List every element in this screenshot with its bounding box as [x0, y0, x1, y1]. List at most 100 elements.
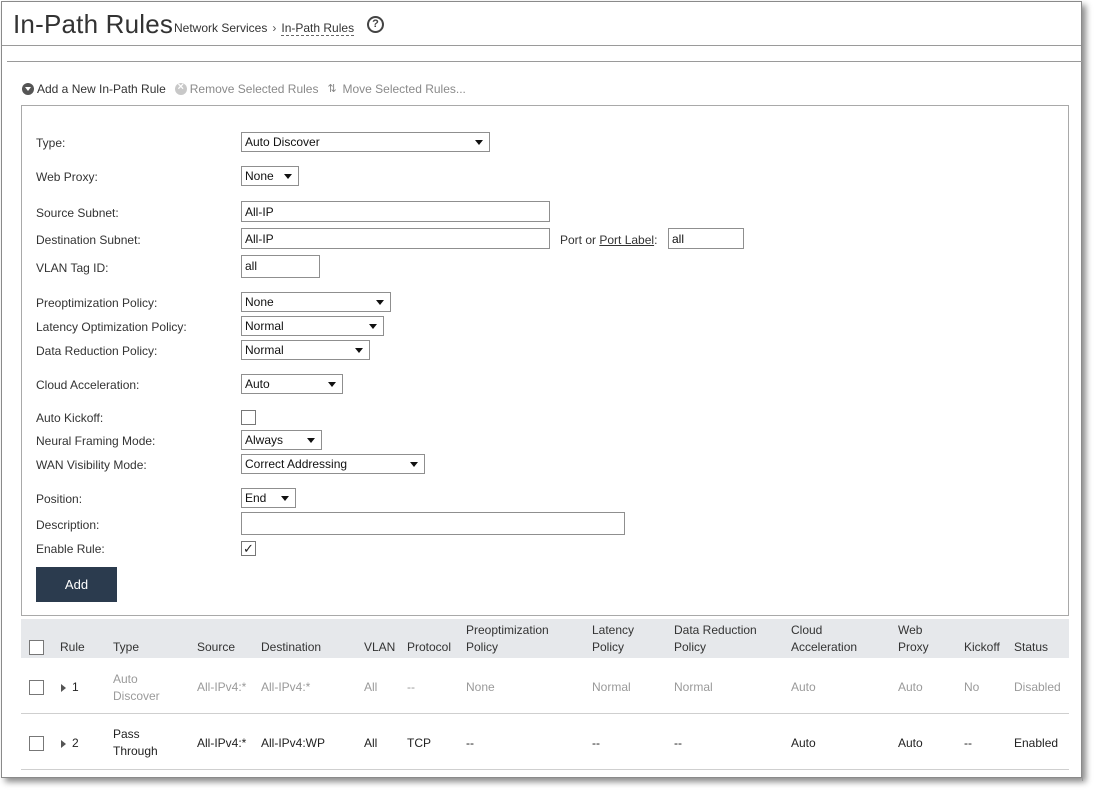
row-1-vlan: All: [364, 680, 378, 694]
port-or-text: Port or: [560, 233, 597, 247]
chevron-down-icon: [328, 382, 336, 387]
row-1-cloud: Auto: [791, 680, 816, 694]
description-input[interactable]: [241, 512, 625, 535]
type-select-value: Auto Discover: [245, 135, 320, 149]
col-latency-line1[interactable]: Latency: [592, 622, 634, 639]
col-kickoff[interactable]: Kickoff: [964, 639, 1000, 656]
col-preopt-line2[interactable]: Policy: [466, 639, 498, 656]
row-2-type-line2: Through: [113, 744, 158, 758]
row-2-cloud: Auto: [791, 736, 816, 750]
row-2-status: Enabled: [1014, 736, 1059, 750]
col-type[interactable]: Type: [113, 639, 139, 656]
breadcrumb-in-path-rules[interactable]: In-Path Rules: [281, 21, 355, 36]
col-vlan[interactable]: VLAN: [364, 639, 395, 656]
chevron-down-icon: [355, 348, 363, 353]
remove-icon: [174, 81, 187, 95]
row-1-kickoff: No: [964, 680, 980, 694]
row-2-checkbox[interactable]: [29, 736, 44, 751]
move-rules-label: Move Selected Rules...: [342, 82, 466, 96]
row-divider: [21, 769, 1069, 770]
page-title: In-Path Rules: [13, 9, 174, 39]
latency-policy-label: Latency Optimization Policy:: [36, 320, 187, 334]
breadcrumb-network-services[interactable]: Network Services: [174, 21, 267, 35]
row-1-type-line1: Auto: [113, 672, 138, 686]
col-status[interactable]: Status: [1014, 639, 1048, 656]
port-colon: :: [654, 233, 658, 247]
cloud-acceleration-value: Auto: [245, 377, 270, 391]
select-all-checkbox[interactable]: [29, 640, 44, 655]
position-label: Position:: [36, 492, 83, 506]
row-2-protocol: TCP: [407, 736, 431, 750]
preoptimization-policy-select[interactable]: None: [241, 292, 391, 312]
expand-row-icon[interactable]: [61, 740, 66, 748]
row-1-data-reduction: Normal: [674, 680, 713, 694]
chevron-down-icon: [22, 83, 34, 95]
help-icon[interactable]: ?: [367, 16, 384, 33]
row-1-preopt: None: [466, 680, 495, 694]
description-label: Description:: [36, 518, 100, 532]
position-select[interactable]: End: [241, 488, 296, 508]
add-rule-button[interactable]: Add a New In-Path Rule: [22, 82, 166, 96]
col-cloud-line1[interactable]: Cloud: [791, 622, 822, 639]
vlan-tag-input[interactable]: all: [241, 255, 320, 278]
row-2-data-reduction: --: [674, 736, 682, 750]
latency-policy-select[interactable]: Normal: [241, 316, 384, 336]
chevron-down-icon: [376, 300, 384, 305]
col-rule[interactable]: Rule: [60, 639, 85, 656]
row-2-type-line1: Pass: [113, 727, 140, 741]
data-reduction-policy-select[interactable]: Normal: [241, 340, 370, 360]
col-destination[interactable]: Destination: [261, 639, 321, 656]
row-1-type-line2: Discover: [113, 689, 160, 703]
wan-visibility-label: WAN Visibility Mode:: [36, 458, 147, 472]
web-proxy-label: Web Proxy:: [36, 170, 98, 184]
web-proxy-select[interactable]: None: [241, 166, 299, 186]
breadcrumb-separator: ›: [272, 21, 277, 35]
web-proxy-select-value: None: [245, 169, 274, 183]
expand-row-icon[interactable]: [61, 684, 66, 692]
port-label-link[interactable]: Port Label: [599, 233, 654, 247]
col-data-reduction-line1[interactable]: Data Reduction: [674, 622, 757, 639]
row-1-web-proxy: Auto: [898, 680, 923, 694]
col-source[interactable]: Source: [197, 639, 235, 656]
auto-kickoff-label: Auto Kickoff:: [36, 411, 104, 425]
neural-framing-select[interactable]: Always: [241, 430, 322, 450]
enable-rule-checkbox[interactable]: ✓: [241, 541, 256, 556]
auto-kickoff-checkbox[interactable]: [241, 410, 256, 425]
add-button[interactable]: Add: [36, 567, 117, 602]
source-subnet-input[interactable]: All-IP: [241, 201, 550, 222]
cloud-acceleration-select[interactable]: Auto: [241, 374, 343, 394]
breadcrumb: Network Services › In-Path Rules: [174, 21, 355, 36]
col-web-proxy-line2[interactable]: Proxy: [898, 639, 929, 656]
page-header: In-Path Rules Network Services › In-Path R…: [2, 2, 1081, 46]
row-2-rule: 2: [72, 736, 79, 750]
row-1-source: All-IPv4:*: [197, 680, 247, 694]
add-rule-label: Add a New In-Path Rule: [37, 82, 166, 96]
row-1-protocol: --: [407, 680, 415, 694]
col-preopt-line1[interactable]: Preoptimization: [466, 622, 549, 639]
data-reduction-policy-value: Normal: [245, 343, 284, 357]
col-protocol[interactable]: Protocol: [407, 639, 451, 656]
remove-rules-button[interactable]: Remove Selected Rules: [174, 81, 318, 96]
wan-visibility-select[interactable]: Correct Addressing: [241, 454, 425, 474]
chevron-down-icon: [307, 438, 315, 443]
enable-rule-label: Enable Rule:: [36, 542, 105, 556]
row-2-kickoff: --: [964, 736, 972, 750]
col-data-reduction-line2[interactable]: Policy: [674, 639, 706, 656]
type-select[interactable]: Auto Discover: [241, 132, 490, 152]
destination-subnet-input[interactable]: All-IP: [241, 228, 550, 249]
preoptimization-policy-value: None: [245, 295, 274, 309]
source-subnet-label: Source Subnet:: [36, 206, 119, 220]
col-cloud-line2[interactable]: Acceleration: [791, 639, 857, 656]
row-1-checkbox[interactable]: [29, 680, 44, 695]
type-label: Type:: [36, 136, 66, 150]
row-2-source: All-IPv4:*: [197, 736, 247, 750]
row-2-destination: All-IPv4:WP: [261, 736, 326, 750]
vlan-tag-label: VLAN Tag ID:: [36, 261, 109, 275]
col-web-proxy-line1[interactable]: Web: [898, 622, 922, 639]
move-rules-button[interactable]: ⇅ Move Selected Rules...: [327, 82, 465, 96]
move-arrows-icon: ⇅: [327, 83, 337, 95]
chevron-down-icon: [475, 140, 483, 145]
col-latency-line2[interactable]: Policy: [592, 639, 624, 656]
port-input[interactable]: all: [668, 228, 744, 249]
add-rule-form: [21, 105, 1069, 616]
